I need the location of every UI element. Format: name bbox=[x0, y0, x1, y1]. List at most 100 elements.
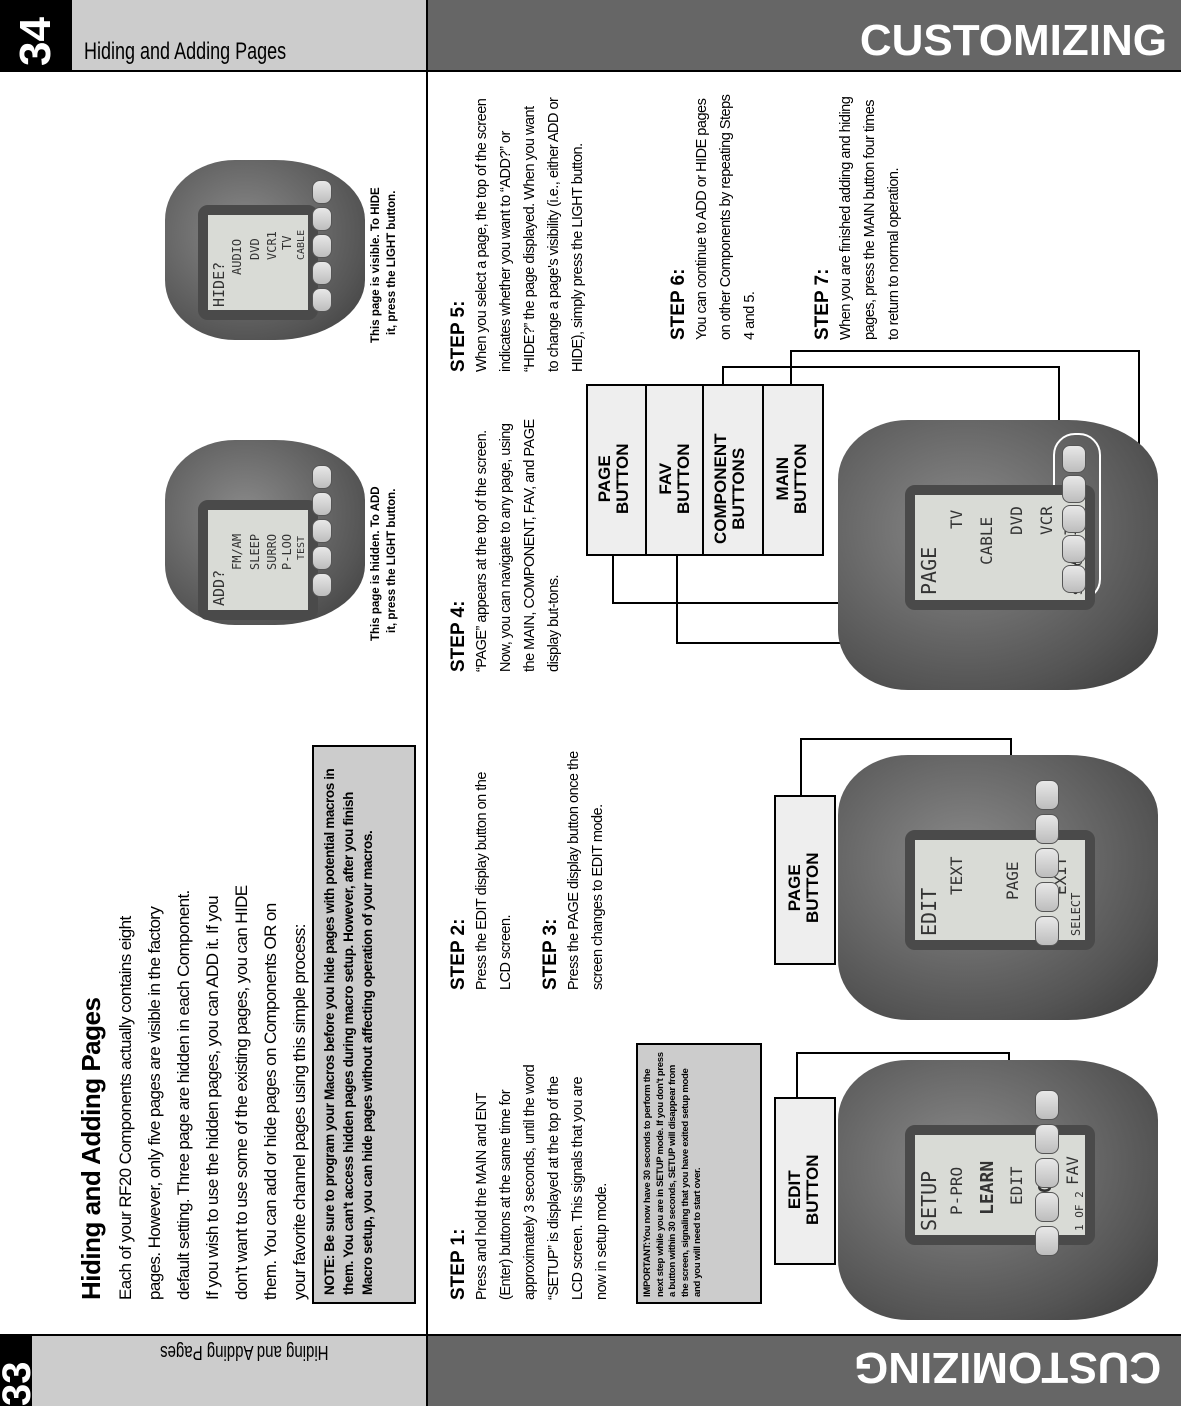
component-button bbox=[1035, 1090, 1059, 1120]
lcd-item: SURRO bbox=[265, 533, 279, 570]
component-button bbox=[312, 207, 332, 231]
lcd-item: DVD bbox=[1007, 506, 1026, 535]
step-4-title: STEP 4: bbox=[448, 600, 469, 672]
component-button bbox=[312, 465, 332, 489]
important-text: IMPORTANT:You now have 30 seconds to per… bbox=[642, 1052, 703, 1297]
callout-component-buttons: COMPONENT BUTTONS bbox=[704, 384, 762, 556]
leader-line bbox=[796, 1052, 1010, 1054]
step-3: STEP 3: Press the PAGE display button on… bbox=[540, 750, 610, 990]
callout-line: BUTTON bbox=[613, 443, 632, 514]
callout-label: COMPONENT BUTTONS bbox=[711, 433, 748, 545]
component-button bbox=[1062, 445, 1086, 473]
callout-line: BUTTONS bbox=[729, 447, 748, 530]
chapter-title-bottom: CUSTOMIZING bbox=[853, 1343, 1161, 1392]
intro-title: Hiding and Adding Pages bbox=[76, 997, 106, 1300]
step-3-title: STEP 3: bbox=[540, 918, 561, 990]
lcd-item: P-PRO bbox=[947, 1166, 966, 1215]
chapter-title: CUSTOMIZING bbox=[859, 16, 1167, 65]
chapter-header-bar-bottom: CUSTOMIZING bbox=[428, 1336, 1181, 1406]
callout-label: MAIN BUTTON bbox=[773, 443, 810, 514]
section-header-bar: Hiding and Adding Pages bbox=[72, 0, 426, 70]
intro-line: default setting. Three page are hidden i… bbox=[174, 890, 193, 1300]
step-1: STEP 1: Press and hold the MAIN and ENT … bbox=[448, 1060, 614, 1300]
step-5-title: STEP 5: bbox=[448, 300, 469, 372]
callout-fav-button: FAV BUTTON bbox=[647, 384, 702, 556]
callout-page-button: PAGE BUTTON bbox=[586, 384, 646, 556]
callout-line: PAGE bbox=[785, 864, 804, 912]
lcd-item: SLEEP bbox=[248, 533, 262, 570]
intro-body: Each of your RF20 Components actually co… bbox=[111, 660, 314, 1300]
lcd-item: FM/AM bbox=[230, 533, 244, 570]
lcd-item: AUDIO bbox=[230, 238, 244, 275]
component-button bbox=[1035, 848, 1059, 878]
callout-line: MAIN bbox=[773, 457, 792, 501]
callout-page-button-step3: PAGE BUTTON bbox=[774, 795, 836, 965]
intro-line: pages. However, only five pages are visi… bbox=[145, 906, 164, 1300]
lcd-item: P-LOO bbox=[280, 533, 294, 570]
callout-line: COMPONENT bbox=[711, 433, 730, 545]
lcd-header: EDIT bbox=[917, 887, 941, 936]
step-1-title: STEP 1: bbox=[448, 1228, 469, 1300]
intro-line: don't want to use some of the existing p… bbox=[232, 885, 251, 1300]
component-button bbox=[312, 492, 332, 516]
step-7-text: When you are finished adding and hiding … bbox=[838, 96, 902, 340]
lcd-item: CABLE bbox=[977, 516, 996, 565]
page-number-tab-bottom: 33 bbox=[0, 1336, 39, 1406]
callout-label: PAGE BUTTON bbox=[785, 852, 822, 923]
lcd-item: PAGE bbox=[1003, 861, 1022, 900]
step-5: STEP 5: When you select a page, the top … bbox=[448, 92, 590, 372]
section-header-bar-bottom: Hiding and Adding Pages bbox=[32, 1336, 426, 1406]
step-4-text: “PAGE” appears at the top of the screen.… bbox=[474, 419, 562, 672]
leader-line bbox=[722, 366, 1060, 368]
component-button bbox=[1062, 475, 1086, 503]
lcd-item: VCR bbox=[1037, 506, 1056, 535]
component-button bbox=[312, 546, 332, 570]
component-button bbox=[312, 261, 332, 285]
lcd-header: PAGE bbox=[917, 546, 941, 595]
intro-line: your favorite channel pages using this s… bbox=[290, 924, 309, 1300]
callout-line: BUTTON bbox=[803, 1154, 822, 1225]
leader-line bbox=[676, 556, 678, 644]
component-button bbox=[312, 288, 332, 312]
component-button bbox=[1035, 1124, 1059, 1154]
callout-line: BUTTON bbox=[791, 443, 810, 514]
intro-line: Each of your RF20 Components actually co… bbox=[116, 916, 135, 1300]
component-button bbox=[1035, 814, 1059, 844]
caption-hidden: This page is hidden. To ADD it, press th… bbox=[366, 445, 416, 645]
lcd-item: DVD bbox=[248, 238, 262, 260]
lcd-header: HIDE? bbox=[210, 261, 228, 307]
intro-line: If you wish to use the hidden pages, you… bbox=[203, 895, 222, 1300]
lcd-item: FAV bbox=[1063, 1156, 1082, 1185]
component-button bbox=[312, 180, 332, 204]
note-text: NOTE: Be sure to program your Macros bef… bbox=[322, 768, 375, 1295]
caption-line: it, press the LIGHT button. bbox=[386, 488, 398, 633]
section-title: Hiding and Adding Pages bbox=[84, 38, 287, 65]
lcd-footer: 1 OF 2 bbox=[1073, 1191, 1086, 1231]
component-button bbox=[312, 234, 332, 258]
caption-line: This page is hidden. To ADD bbox=[370, 486, 382, 641]
leader-line bbox=[612, 556, 614, 604]
lcd-screen-add: ADD? FM/AM SLEEP SURRO P-LOO TEST bbox=[198, 500, 318, 620]
lcd-item: TEST bbox=[296, 535, 307, 560]
step-1-text: Press and hold the MAIN and ENT (Enter) … bbox=[474, 1064, 610, 1300]
lcd-item: TEXT bbox=[947, 856, 966, 895]
callout-line: PAGE bbox=[595, 455, 614, 503]
callout-edit-button: EDIT BUTTON bbox=[774, 1097, 836, 1265]
callout-main-button: MAIN BUTTON bbox=[764, 384, 824, 556]
component-button bbox=[312, 573, 332, 597]
callout-label: PAGE BUTTON bbox=[595, 443, 632, 514]
page-number-bottom: 33 bbox=[0, 1361, 39, 1406]
note-box: NOTE: Be sure to program your Macros bef… bbox=[312, 745, 416, 1304]
step-2-text: Press the EDIT display button on the LCD… bbox=[474, 772, 514, 990]
lcd-screen-setup: SETUP P-PRO LEARN EDIT MACRO FAV 1 OF 2 bbox=[905, 1125, 1095, 1245]
leader-line bbox=[800, 738, 1012, 740]
leader-line bbox=[722, 366, 724, 384]
caption-line: This page is visible. To HIDE bbox=[370, 187, 382, 343]
section-title-bottom: Hiding and Adding Pages bbox=[160, 1341, 329, 1363]
callout-line: BUTTON bbox=[803, 852, 822, 923]
step-6: STEP 6: You can continue to ADD or HIDE … bbox=[668, 90, 762, 340]
lcd-item: TV bbox=[947, 509, 966, 529]
component-button bbox=[1062, 505, 1086, 533]
lcd-header: ADD? bbox=[210, 569, 228, 606]
component-button bbox=[1035, 916, 1059, 946]
